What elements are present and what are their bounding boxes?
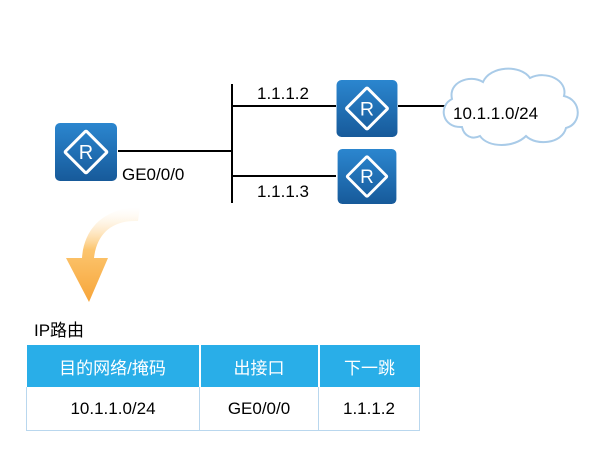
router-icon <box>336 80 398 137</box>
table-row: 10.1.1.0/24 GE0/0/0 1.1.1.2 <box>26 387 420 431</box>
column-header-next-hop: 下一跳 <box>318 345 420 387</box>
curved-arrow-icon <box>66 207 140 302</box>
route-table-caption: IP路由 <box>34 321 85 340</box>
next-hop-label-bottom: 1.1.1.3 <box>257 182 309 201</box>
route-table-header-row: 目的网络/掩码 出接口 下一跳 <box>26 345 420 387</box>
route-table: 目的网络/掩码 出接口 下一跳 10.1.1.0/24 GE0/0/0 1.1.… <box>26 345 420 431</box>
cell-next-hop: 1.1.1.2 <box>318 387 420 431</box>
column-header-destination: 目的网络/掩码 <box>26 345 201 387</box>
cell-destination: 10.1.1.0/24 <box>26 387 200 431</box>
router-icon <box>55 123 117 181</box>
router-icon <box>336 149 398 204</box>
cell-interface: GE0/0/0 <box>199 387 319 431</box>
network-label: 10.1.1.0/24 <box>453 104 538 123</box>
column-header-interface: 出接口 <box>199 345 320 387</box>
interface-label: GE0/0/0 <box>122 165 184 184</box>
next-hop-label-top: 1.1.1.2 <box>257 84 309 103</box>
network-diagram: R GE0/0/0 1.1.1.2 1.1.1.3 10.1.1.0/24 <box>55 67 579 302</box>
